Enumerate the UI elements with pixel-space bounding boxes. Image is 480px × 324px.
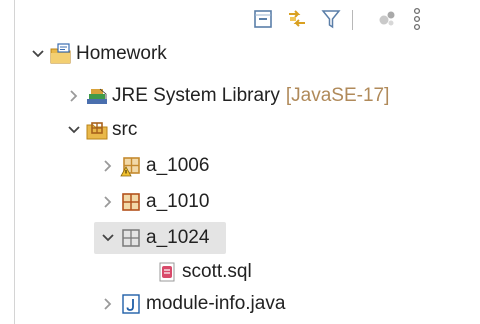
package-icon	[120, 191, 142, 213]
tree-node-project-homework[interactable]: Homework	[30, 38, 167, 70]
chevron-right-icon[interactable]	[100, 194, 116, 210]
tree-node-label: a_1010	[146, 191, 210, 212]
tree-node-label: module-info.java	[146, 293, 286, 314]
source-folder-icon	[86, 119, 108, 141]
tree-node-label: src	[112, 119, 138, 140]
filter-icon[interactable]	[318, 6, 344, 32]
view-menu-icon[interactable]	[404, 6, 430, 32]
tree-node-package-a-1006[interactable]: a_1006	[100, 150, 209, 182]
view-left-border	[14, 0, 15, 324]
sql-file-icon	[156, 261, 178, 283]
tree-node-label: a_1024	[146, 227, 210, 248]
tree-node-label: a_1006	[146, 155, 210, 176]
toolbar-separator	[352, 10, 353, 30]
chevron-down-icon[interactable]	[66, 122, 82, 138]
tree-node-jre-system-library[interactable]: JRE System Library [JavaSE-17]	[66, 80, 389, 112]
package-open-icon	[120, 227, 142, 249]
package-warning-icon	[120, 155, 142, 177]
tree-node-package-a-1024[interactable]: a_1024	[94, 222, 226, 254]
tree-node-label: JRE System Library	[112, 85, 280, 106]
chevron-right-icon[interactable]	[66, 88, 82, 104]
collapse-all-icon[interactable]	[250, 6, 276, 32]
tree-node-package-a-1010[interactable]: a_1010	[100, 186, 209, 218]
link-with-editor-icon[interactable]	[284, 6, 310, 32]
package-explorer-toolbar	[244, 4, 480, 34]
chevron-down-icon[interactable]	[30, 46, 46, 62]
chevron-right-icon[interactable]	[100, 158, 116, 174]
chevron-right-icon[interactable]	[100, 296, 116, 312]
focus-icon[interactable]	[374, 6, 400, 32]
tree-node-label: scott.sql	[182, 261, 252, 282]
tree-node-file-module-info[interactable]: module-info.java	[100, 288, 285, 320]
jre-version-decoration: [JavaSE-17]	[285, 85, 390, 106]
tree-node-label: Homework	[76, 43, 167, 64]
tree-node-src-folder[interactable]: src	[66, 114, 137, 146]
library-icon	[86, 85, 108, 107]
chevron-down-icon[interactable]	[100, 230, 116, 246]
java-project-icon	[50, 43, 72, 65]
java-file-icon	[120, 293, 142, 315]
tree-node-file-scott-sql[interactable]: scott.sql	[156, 256, 252, 288]
